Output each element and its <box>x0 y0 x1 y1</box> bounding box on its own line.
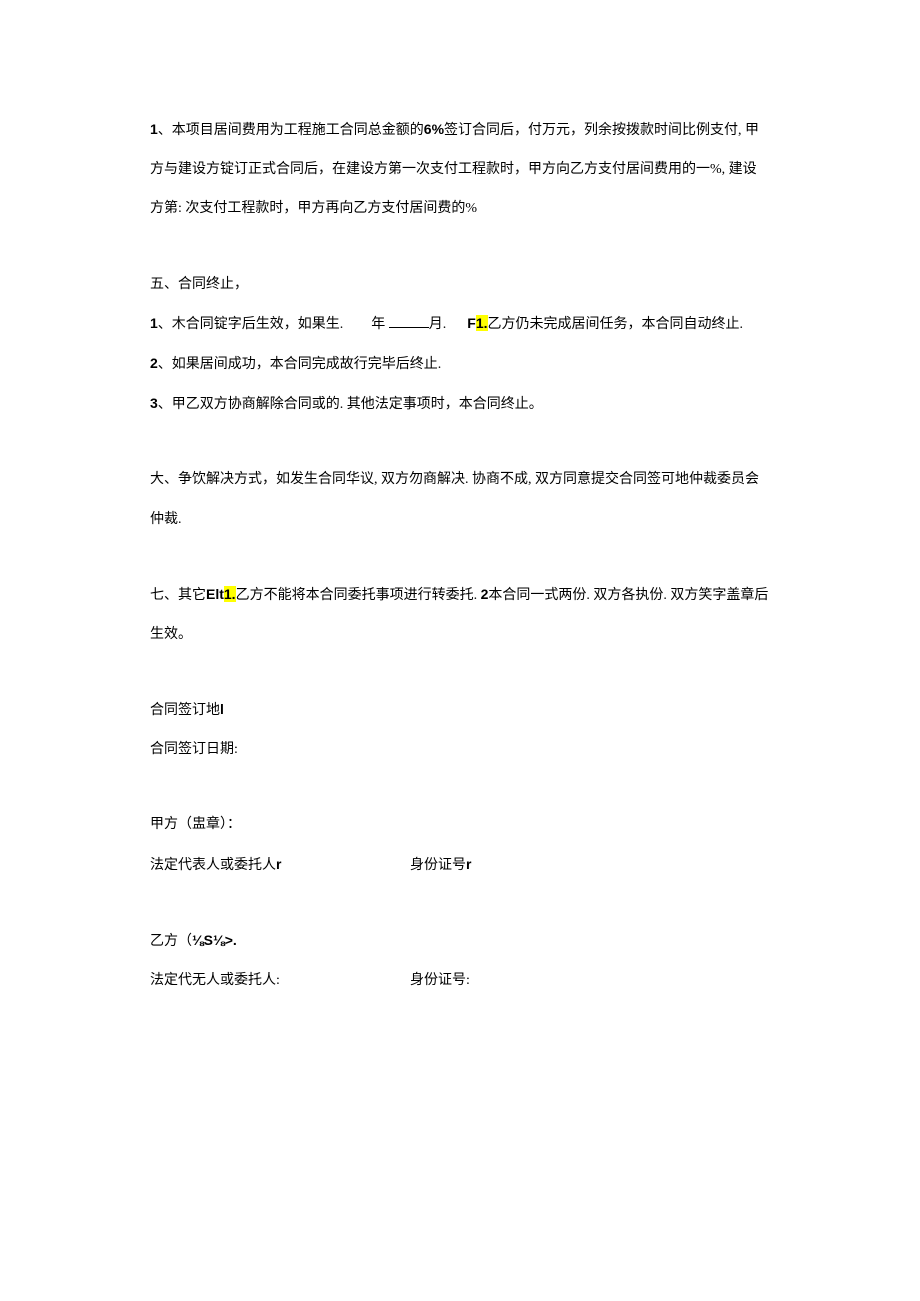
year-label: 年 <box>371 317 385 332</box>
spacer <box>150 229 770 265</box>
party-b-rep-row: 法定代无人或委托人: 身份证号: <box>150 961 770 1000</box>
text: 乙方（ <box>150 934 192 949</box>
text: 木合同锭字后生效，如果生. <box>172 317 344 332</box>
clause-5-1: 1、木合同锭字后生效，如果生. 年 月. F1.乙方仍未完成居间任务，本合同自动… <box>150 304 770 344</box>
garble: ⅛S⅛> <box>192 932 233 948</box>
num: 2 <box>150 355 158 371</box>
dot: . <box>233 932 237 948</box>
percent: 6% <box>424 121 444 137</box>
label: 合同签订地 <box>150 703 220 718</box>
section-7: 七、其它Elt1.乙方不能将本合同委托事项进行转委托. 2本合同一式两份. 双方… <box>150 575 770 654</box>
party-a-rep-label: 法定代表人或委托人 <box>150 858 276 873</box>
num: 1 <box>150 121 158 137</box>
sep: 、 <box>158 355 172 371</box>
text: 乙方仍未完成居间任务，本合同自动终止. <box>488 317 744 332</box>
text: 七、其它 <box>150 588 206 603</box>
party-b-title: 乙方（⅛S⅛>. <box>150 921 770 961</box>
num: 1 <box>150 315 158 331</box>
text: 乙方不能将本合同委托事项进行转委托. <box>236 588 481 603</box>
party-b-id-label: 身份证号: <box>410 973 470 988</box>
sep: 、 <box>158 395 172 411</box>
party-a-id-label: 身份证号 <box>410 858 466 873</box>
suffix: l <box>220 701 224 717</box>
month-label: 月. <box>429 317 447 332</box>
spacer <box>150 539 770 575</box>
elt: Elt <box>206 586 224 602</box>
party-a-rep-row: 法定代表人或委托人r 身份证号r <box>150 845 770 885</box>
sign-place: 合同签订地l <box>150 690 770 730</box>
spacer <box>150 654 770 690</box>
r: r <box>276 856 281 872</box>
blank-year <box>389 313 429 328</box>
spacer <box>150 885 770 921</box>
clause-4-1: 1、本项目居间费用为工程施工合同总金额的6%签订合同后，付万元，列余按拨款时间比… <box>150 110 770 229</box>
f1-highlight: 1. <box>476 315 488 331</box>
elt-highlight: 1. <box>224 586 236 602</box>
section-6: 大、争饮解决方式，如发生合同华议, 双方勿商解决. 协商不成, 双方同意提交合同… <box>150 460 770 538</box>
spacer <box>150 769 770 805</box>
spacer <box>150 424 770 460</box>
r: r <box>466 856 471 872</box>
clause-5-2: 2、如果居间成功，本合同完成故行完毕后终止. <box>150 344 770 384</box>
clause-5-3: 3、甲乙双方协商解除合同或的. 其他法定事项时，本合同终止。 <box>150 384 770 424</box>
sep: 、 <box>158 315 172 331</box>
section-5-heading: 五、合同终止， <box>150 265 770 304</box>
text: 本项目居间费用为工程施工合同总金额的 <box>172 123 424 138</box>
text: 甲乙双方协商解除合同或的. 其他法定事项时，本合同终止。 <box>172 397 543 412</box>
party-b-rep-label: 法定代无人或委托人: <box>150 973 280 988</box>
sign-date: 合同签订日期: <box>150 730 770 769</box>
f1: F <box>467 315 476 331</box>
text: 如果居间成功，本合同完成故行完毕后终止. <box>172 357 442 372</box>
party-a-title: 甲方（盅章）： <box>150 805 770 844</box>
document-page: 1、本项目居间费用为工程施工合同总金额的6%签订合同后，付万元，列余按拨款时间比… <box>0 0 920 1301</box>
num: 3 <box>150 395 158 411</box>
sep: 、 <box>158 121 172 137</box>
